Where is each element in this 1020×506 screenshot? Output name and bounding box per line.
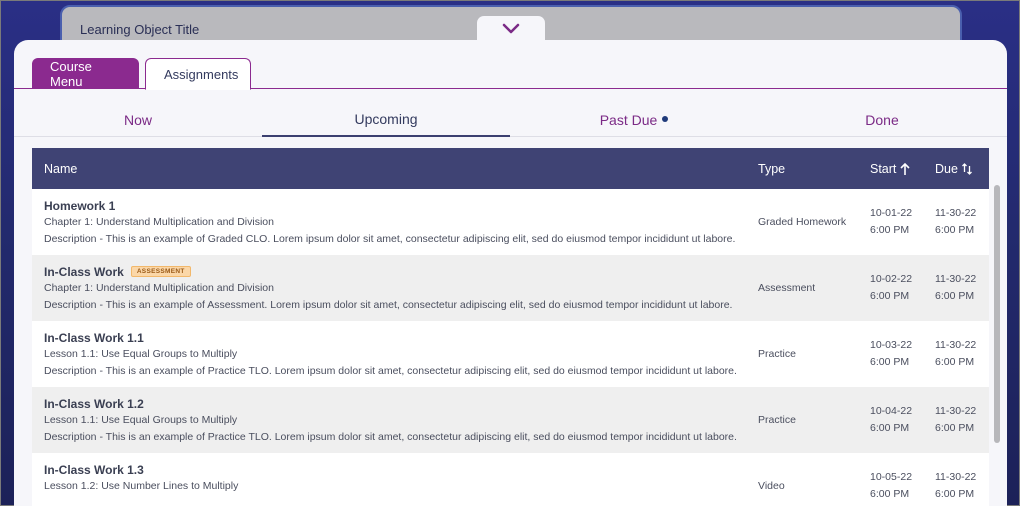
due-date: 11-30-22	[935, 207, 977, 219]
assessment-badge: ASSESSMENT	[130, 266, 191, 277]
start-date: 10-03-22	[870, 339, 913, 351]
row-title[interactable]: In-Class Work 1.2	[44, 395, 744, 412]
row-type: Graded Homework	[758, 216, 847, 228]
column-header-label: Start	[870, 161, 897, 176]
table-scrollbar[interactable]	[994, 185, 1000, 443]
row-subtitle: Lesson 1.1: Use Equal Groups to Multiply	[44, 348, 238, 360]
row-name-cell: In-Class Work 1.1 Lesson 1.1: Use Equal …	[44, 329, 744, 380]
row-start: 10-04-22 6:00 PM	[870, 403, 912, 437]
table-row[interactable]: In-Class Work 1.1 Lesson 1.1: Use Equal …	[32, 321, 989, 387]
due-date: 11-30-22	[935, 471, 977, 483]
column-header-label: Due	[935, 161, 958, 176]
subtab-now[interactable]: Now	[14, 102, 262, 137]
learning-object-title: Learning Object Title	[80, 22, 200, 37]
row-name-cell: In-Class Work ASSESSMENT Chapter 1: Unde…	[44, 263, 744, 314]
subtab-past-due[interactable]: Past Due	[510, 102, 758, 137]
row-title-wrap: In-Class Work ASSESSMENT	[44, 263, 744, 280]
due-time: 6:00 PM	[935, 290, 975, 302]
start-time: 6:00 PM	[870, 224, 910, 236]
row-name-cell: Homework 1 Chapter 1: Understand Multipl…	[44, 197, 744, 248]
due-time: 6:00 PM	[935, 488, 975, 500]
row-title[interactable]: In-Class Work	[44, 265, 124, 279]
row-description: Description - This is an example of Prac…	[44, 431, 737, 443]
column-header-label: Type	[758, 161, 786, 176]
assignments-panel: Course Menu Assignments Now Upcoming Pas…	[14, 40, 1007, 506]
notification-dot	[662, 115, 669, 122]
start-time: 6:00 PM	[870, 356, 910, 368]
table-row[interactable]: In-Class Work ASSESSMENT Chapter 1: Unde…	[32, 255, 989, 321]
assignments-table: Name Type Start Due Homework 1 Chapter 1…	[32, 148, 989, 506]
row-start: 10-03-22 6:00 PM	[870, 337, 912, 371]
table-row[interactable]: Homework 1 Chapter 1: Understand Multipl…	[32, 189, 989, 255]
row-due: 11-30-22 6:00 PM	[935, 271, 976, 305]
start-date: 10-04-22	[870, 405, 913, 417]
due-date: 11-30-22	[935, 273, 977, 285]
row-start: 10-01-22 6:00 PM	[870, 205, 912, 239]
main-tabs: Course Menu Assignments	[14, 58, 1007, 90]
row-title[interactable]: In-Class Work 1.3	[44, 461, 744, 478]
table-row[interactable]: In-Class Work 1.3 Lesson 1.2: Use Number…	[32, 453, 989, 506]
row-type: Practice	[758, 348, 796, 360]
row-name-cell: In-Class Work 1.3 Lesson 1.2: Use Number…	[44, 461, 744, 495]
sort-toggle-icon	[961, 162, 972, 175]
row-due: 11-30-22 6:00 PM	[935, 469, 976, 503]
due-time: 6:00 PM	[935, 356, 975, 368]
tab-assignments[interactable]: Assignments	[145, 58, 251, 90]
row-description: Description - This is an example of Prac…	[44, 365, 737, 377]
column-header-label: Name	[44, 161, 78, 176]
row-subtitle: Chapter 1: Understand Multiplication and…	[44, 216, 274, 228]
row-start: 10-05-22 6:00 PM	[870, 469, 912, 503]
status-subtabs: Now Upcoming Past Due Done	[14, 102, 1007, 137]
collapse-panel-button[interactable]	[477, 16, 545, 42]
subtab-upcoming[interactable]: Upcoming	[262, 102, 510, 137]
subtab-label: Done	[865, 111, 899, 128]
due-date: 11-30-22	[935, 339, 977, 351]
row-description: Description - This is an example of Asse…	[44, 299, 733, 311]
start-date: 10-05-22	[870, 471, 913, 483]
table-header: Name Type Start Due	[32, 148, 989, 189]
row-title[interactable]: In-Class Work 1.1	[44, 329, 744, 346]
due-date: 11-30-22	[935, 405, 977, 417]
row-start: 10-02-22 6:00 PM	[870, 271, 912, 305]
row-type: Practice	[758, 414, 796, 426]
chevron-down-icon	[502, 23, 520, 34]
tab-course-menu[interactable]: Course Menu	[32, 58, 139, 89]
sort-ascending-icon	[900, 162, 910, 175]
row-due: 11-30-22 6:00 PM	[935, 337, 976, 371]
start-time: 6:00 PM	[870, 290, 910, 302]
row-due: 11-30-22 6:00 PM	[935, 205, 976, 239]
start-date: 10-01-22	[870, 207, 913, 219]
row-subtitle: Lesson 1.1: Use Equal Groups to Multiply	[44, 414, 238, 426]
row-type: Assessment	[758, 282, 816, 294]
table-row[interactable]: In-Class Work 1.2 Lesson 1.1: Use Equal …	[32, 387, 989, 453]
row-description: Description - This is an example of Grad…	[44, 233, 736, 245]
start-date: 10-02-22	[870, 273, 913, 285]
due-time: 6:00 PM	[935, 422, 975, 434]
column-header-due[interactable]: Due	[935, 148, 973, 189]
row-name-cell: In-Class Work 1.2 Lesson 1.1: Use Equal …	[44, 395, 744, 446]
subtab-label: Upcoming	[354, 110, 418, 127]
column-header-type[interactable]: Type	[758, 148, 785, 189]
row-subtitle: Chapter 1: Understand Multiplication and…	[44, 282, 274, 294]
column-header-start[interactable]: Start	[870, 148, 911, 189]
start-time: 6:00 PM	[870, 488, 910, 500]
row-type: Video	[758, 480, 785, 492]
subtab-label: Past Due	[599, 111, 658, 128]
row-title[interactable]: Homework 1	[44, 197, 744, 214]
row-due: 11-30-22 6:00 PM	[935, 403, 976, 437]
row-subtitle: Lesson 1.2: Use Number Lines to Multiply	[44, 480, 239, 492]
start-time: 6:00 PM	[870, 422, 910, 434]
column-header-name[interactable]: Name	[44, 148, 77, 189]
subtab-label: Now	[123, 111, 152, 128]
subtab-done[interactable]: Done	[758, 102, 1006, 137]
due-time: 6:00 PM	[935, 224, 975, 236]
